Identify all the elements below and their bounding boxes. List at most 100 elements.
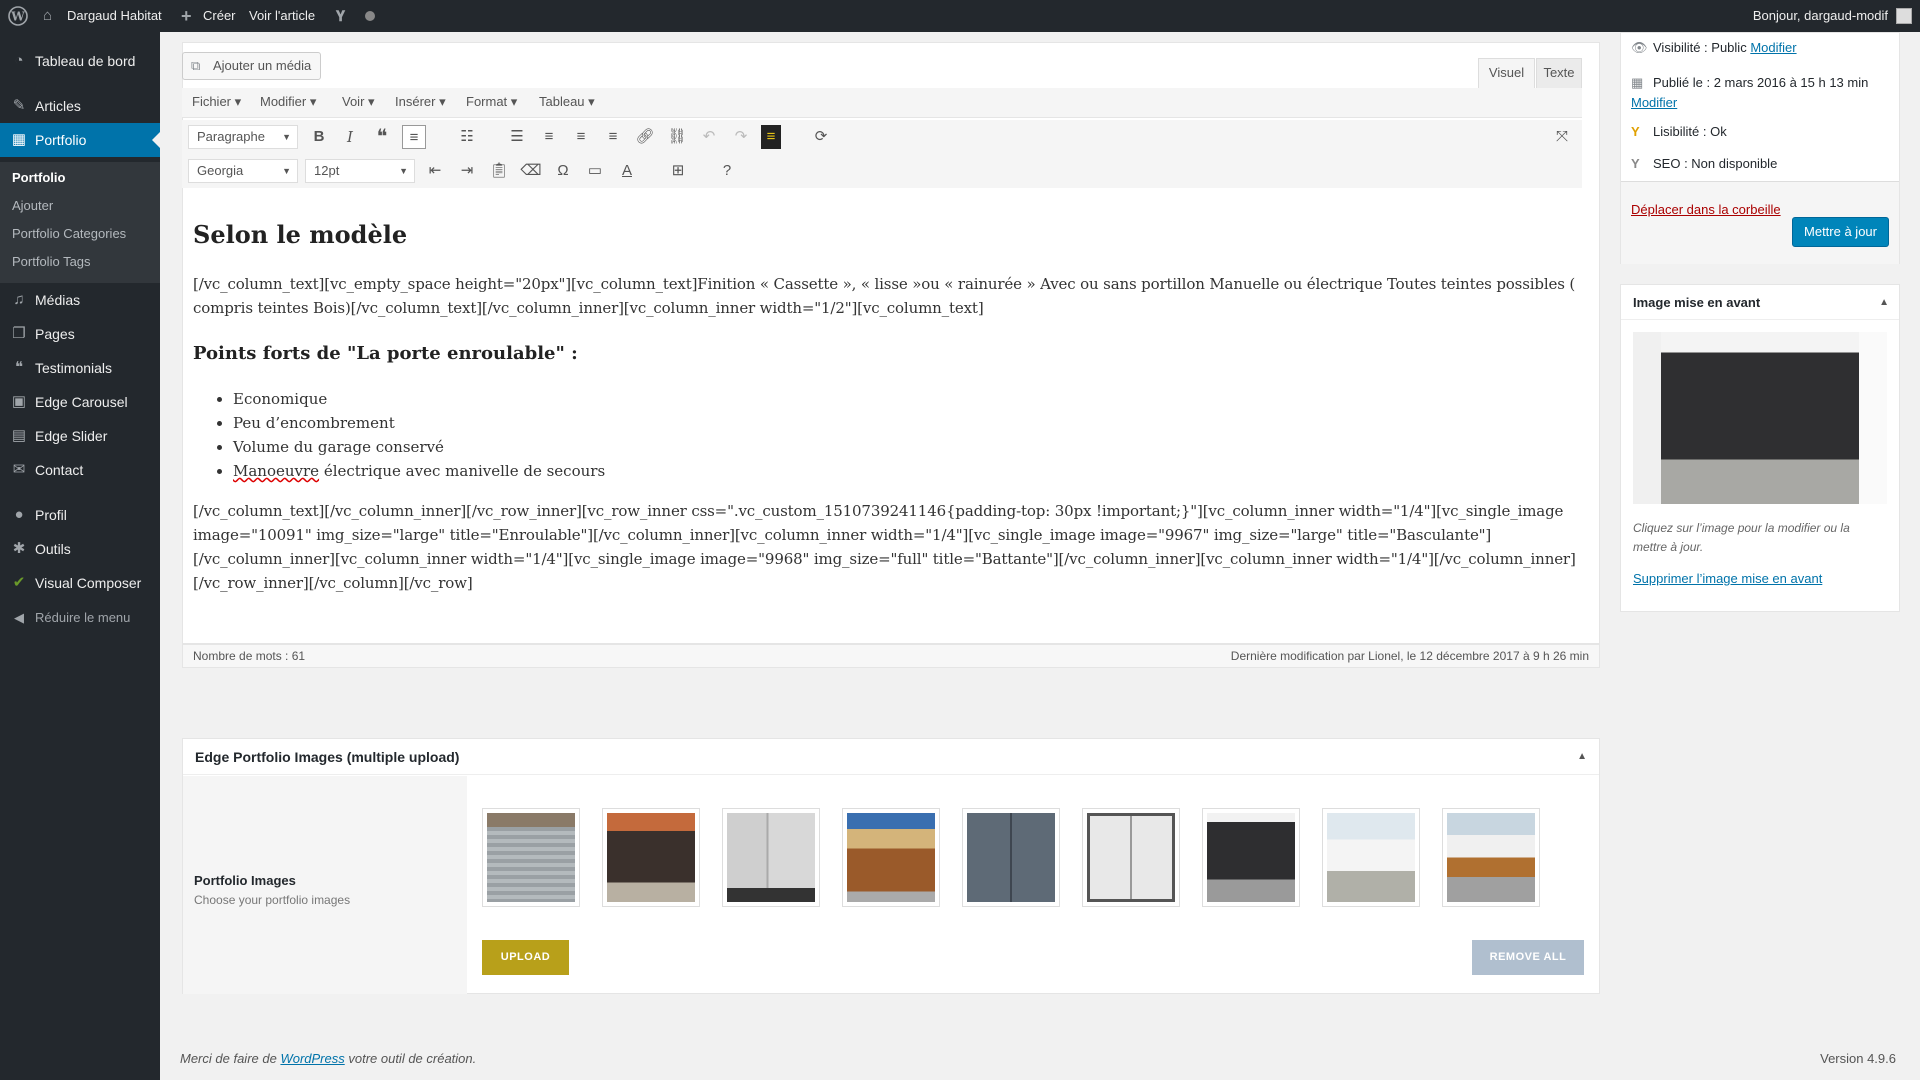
italic-icon[interactable]: I xyxy=(338,125,362,149)
published-label: Publié le : 2 mars 2016 à 15 h 13 min xyxy=(1653,75,1869,90)
portfolio-thumbnail[interactable] xyxy=(482,808,580,907)
wordpress-logo-icon[interactable]: W xyxy=(8,0,28,32)
indent-icon[interactable]: ⇥ xyxy=(455,159,479,183)
update-button[interactable]: Mettre à jour xyxy=(1792,217,1889,247)
table-icon[interactable]: ⊞ xyxy=(666,159,690,183)
redo-icon[interactable]: ↷ xyxy=(729,125,753,149)
font-family-select[interactable]: Georgia ▼ xyxy=(188,159,298,183)
menu-testimonials[interactable]: ❝ Testimonials xyxy=(0,351,160,385)
align-justify-icon[interactable]: ☰ xyxy=(505,125,529,149)
editor-toolbar-2: Georgia ▼ 12pt ▼ ⇤ ⇥ 📋︎ ⌫ Ω ▭ A ⊞ ? xyxy=(182,154,1582,188)
menu-articles[interactable]: ✎ Articles xyxy=(0,89,160,123)
portfolio-thumbnail[interactable] xyxy=(1082,808,1180,907)
thumbnail-image xyxy=(847,813,935,902)
upload-button[interactable]: UPLOAD xyxy=(482,940,569,975)
clear-format-icon[interactable]: ⌫ xyxy=(519,159,543,183)
portfolio-thumbnail[interactable] xyxy=(722,808,820,907)
format-select[interactable]: Paragraphe ▼ xyxy=(188,125,298,149)
menu-label: Outils xyxy=(35,541,71,557)
editor-content[interactable]: Selon le modèle [/vc_column_text][vc_emp… xyxy=(193,190,1588,650)
menu-view[interactable]: Voir ▾ xyxy=(342,88,375,116)
greeting-link[interactable]: Bonjour, dargaud-modif xyxy=(1753,0,1888,32)
text-color-icon[interactable]: A xyxy=(615,159,639,183)
menu-edge-carousel[interactable]: ▣ Edge Carousel xyxy=(0,385,160,419)
hr-icon[interactable]: ▭ xyxy=(583,159,607,183)
avatar[interactable] xyxy=(1896,8,1912,24)
create-link[interactable]: Créer xyxy=(203,0,236,32)
menu-label: Tableau de bord xyxy=(35,53,136,69)
published-edit-link[interactable]: Modifier xyxy=(1631,95,1677,110)
collapse-toggle-icon[interactable]: ▲ xyxy=(1577,739,1587,775)
tab-text[interactable]: Texte xyxy=(1536,58,1582,88)
paste-text-icon[interactable]: 📋︎ xyxy=(487,159,511,183)
undo-icon[interactable]: ↶ xyxy=(697,125,721,149)
collapse-toggle-icon[interactable]: ▲ xyxy=(1879,285,1889,320)
menu-table[interactable]: Tableau ▾ xyxy=(539,88,595,116)
menu-insert-label: Insérer xyxy=(395,94,436,109)
tab-visual[interactable]: Visuel xyxy=(1478,58,1535,88)
footer-thanks-pre: Merci de faire de xyxy=(180,1051,281,1066)
menu-format[interactable]: Format ▾ xyxy=(466,88,517,116)
menu-file[interactable]: Fichier ▾ xyxy=(192,88,241,116)
portfolio-thumbnail[interactable] xyxy=(1202,808,1300,907)
link-icon[interactable]: 🔗︎ xyxy=(633,125,657,149)
menu-dashboard[interactable]: ◔ Tableau de bord xyxy=(0,44,160,78)
menu-insert[interactable]: Insérer ▾ xyxy=(395,88,446,116)
menu-media[interactable]: ♫ Médias xyxy=(0,283,160,317)
font-size-select[interactable]: 12pt ▼ xyxy=(305,159,415,183)
refresh-icon[interactable]: ⟳ xyxy=(809,125,833,149)
menu-edit[interactable]: Modifier ▾ xyxy=(260,88,316,116)
fullscreen-icon[interactable]: ⤧ xyxy=(1550,125,1574,149)
menu-label: Edge Slider xyxy=(35,428,108,444)
align-left-icon[interactable]: ≡ xyxy=(537,125,561,149)
align-center-icon[interactable]: ≡ xyxy=(569,125,593,149)
trash-link[interactable]: Déplacer dans la corbeille xyxy=(1631,202,1781,217)
remove-featured-link[interactable]: Supprimer l’image mise en avant xyxy=(1633,571,1822,586)
menu-pages[interactable]: ❐ Pages xyxy=(0,317,160,351)
site-name-link[interactable]: Dargaud Habitat xyxy=(67,0,162,32)
collapse-label: Réduire le menu xyxy=(35,610,131,625)
yoast-icon[interactable]: 𝐘 xyxy=(336,0,345,32)
menu-portfolio[interactable]: ▦ Portfolio xyxy=(0,123,160,157)
numbered-list-icon[interactable]: ☷ xyxy=(455,125,479,149)
remove-all-button[interactable]: REMOVE ALL xyxy=(1472,940,1584,975)
vc-layout-icon[interactable]: ≡ xyxy=(761,125,781,149)
editor-toolbar-1: Paragraphe ▼ B I ❝ ≡ ☷ ☰ ≡ ≡ ≡ 🔗︎ ⛓︎ ↶ ↷ … xyxy=(182,120,1582,154)
metabox-header[interactable]: Edge Portfolio Images (multiple upload) … xyxy=(183,739,1599,775)
portfolio-thumbnail[interactable] xyxy=(1322,808,1420,907)
help-icon[interactable]: ? xyxy=(715,159,739,183)
submenu-categories[interactable]: Portfolio Categories xyxy=(12,226,126,241)
blockquote-icon[interactable]: ❝ xyxy=(370,125,394,149)
list-item: Manoeuvre électrique avec manivelle de s… xyxy=(233,459,605,483)
featured-header[interactable]: Image mise en avant ▲ xyxy=(1621,285,1899,320)
submenu-portfolio[interactable]: Portfolio xyxy=(12,170,65,185)
featured-image[interactable] xyxy=(1633,332,1887,504)
omega-icon[interactable]: Ω xyxy=(551,159,575,183)
menu-edge-slider[interactable]: ▤ Edge Slider xyxy=(0,419,160,453)
status-dot-icon xyxy=(365,11,375,21)
menu-profile[interactable]: ● Profil xyxy=(0,498,160,532)
submenu-tags[interactable]: Portfolio Tags xyxy=(12,254,91,269)
submenu-add[interactable]: Ajouter xyxy=(12,198,53,213)
menu-tools[interactable]: ✱ Outils xyxy=(0,532,160,566)
menu-contact[interactable]: ✉ Contact xyxy=(0,453,160,487)
collapse-menu-button[interactable]: ◀ Réduire le menu xyxy=(0,608,160,628)
portfolio-thumbnail[interactable] xyxy=(842,808,940,907)
outdent-icon[interactable]: ⇤ xyxy=(423,159,447,183)
visibility-edit-link[interactable]: Modifier xyxy=(1750,40,1796,55)
eye-icon: 👁︎ xyxy=(1631,40,1648,55)
portfolio-thumbnail[interactable] xyxy=(1442,808,1540,907)
metabox-label-panel: Portfolio Images Choose your portfolio i… xyxy=(183,776,467,994)
view-article-link[interactable]: Voir l'article xyxy=(249,0,315,32)
add-media-button[interactable]: ⧉ Ajouter un média xyxy=(182,52,321,80)
portfolio-thumbnail[interactable] xyxy=(602,808,700,907)
bold-icon[interactable]: B xyxy=(307,125,331,149)
bullet-list-icon[interactable]: ≡ xyxy=(402,125,426,149)
menu-file-label: Fichier xyxy=(192,94,232,109)
menu-visual-composer[interactable]: ✔ Visual Composer xyxy=(0,566,160,600)
portfolio-thumbnail[interactable] xyxy=(962,808,1060,907)
unlink-icon[interactable]: ⛓︎ xyxy=(665,125,689,149)
align-right-icon[interactable]: ≡ xyxy=(601,125,625,149)
footer-version: Version 4.9.6 xyxy=(1820,1051,1896,1066)
wordpress-link[interactable]: WordPress xyxy=(280,1051,344,1066)
